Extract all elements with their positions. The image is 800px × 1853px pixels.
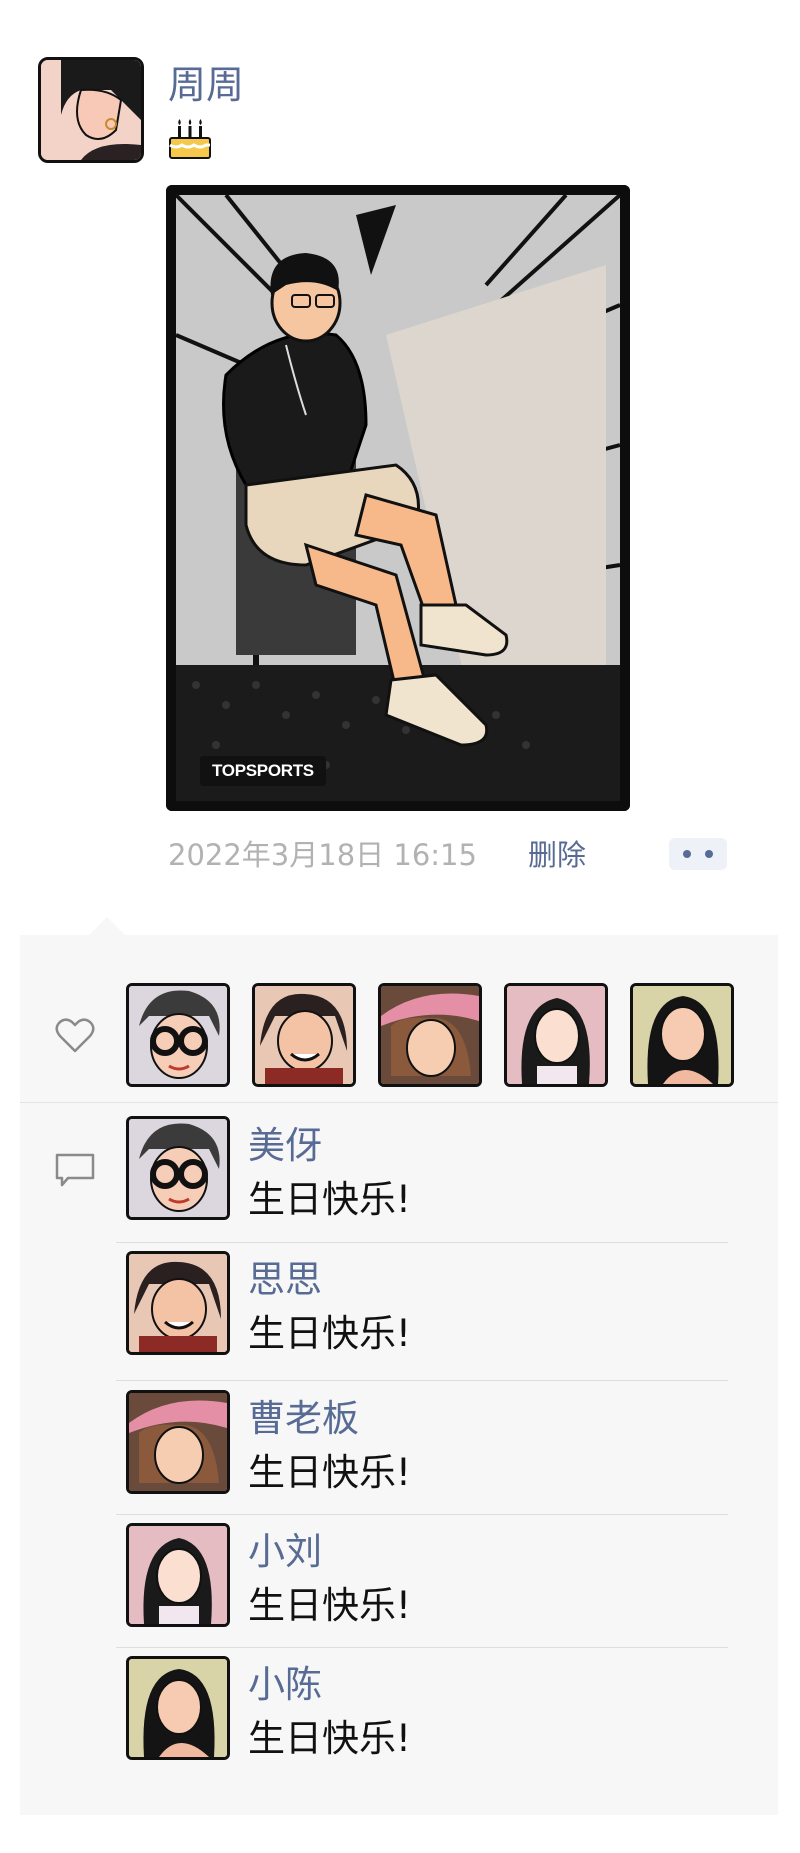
comment-divider xyxy=(116,1242,728,1243)
more-options-button[interactable] xyxy=(669,838,727,870)
like-avatar-caolaoban[interactable] xyxy=(378,983,482,1087)
dot-icon xyxy=(683,850,691,858)
comment-bubble-icon xyxy=(54,1152,96,1192)
comment-avatar[interactable] xyxy=(126,1390,230,1494)
like-avatar-xiaoliu[interactable] xyxy=(504,983,608,1087)
like-avatar-xiaochen[interactable] xyxy=(630,983,734,1087)
dot-icon xyxy=(705,850,713,858)
comment-author[interactable]: 美伢 xyxy=(248,1124,322,1168)
author-name[interactable]: 周周 xyxy=(168,62,244,108)
birthday-cake-icon xyxy=(168,118,212,160)
comment-divider xyxy=(116,1380,728,1381)
comment-text: 生日快乐! xyxy=(248,1451,411,1494)
comment-author[interactable]: 曹老板 xyxy=(248,1397,359,1441)
heart-outline-icon xyxy=(54,1016,96,1058)
post-photo[interactable] xyxy=(166,185,630,811)
like-avatar-sisi[interactable] xyxy=(252,983,356,1087)
comment-divider xyxy=(116,1514,728,1515)
delete-button[interactable]: 删除 xyxy=(528,836,586,874)
comment-avatar[interactable] xyxy=(126,1656,230,1760)
comment-text: 生日快乐! xyxy=(248,1178,411,1221)
likes-divider xyxy=(20,1102,778,1103)
post-timestamp: 2022年3月18日 16:15 xyxy=(168,838,477,872)
comment-avatar[interactable] xyxy=(126,1523,230,1627)
comment-avatar[interactable] xyxy=(126,1251,230,1355)
comment-text: 生日快乐! xyxy=(248,1717,411,1760)
author-avatar[interactable] xyxy=(38,57,144,163)
comment-avatar[interactable] xyxy=(126,1116,230,1220)
comment-author[interactable]: 思思 xyxy=(248,1258,322,1302)
comment-text: 生日快乐! xyxy=(248,1312,411,1355)
panel-pointer xyxy=(88,917,126,936)
like-avatar-meiya[interactable] xyxy=(126,983,230,1087)
comment-author[interactable]: 小刘 xyxy=(248,1530,322,1574)
comment-author[interactable]: 小陈 xyxy=(248,1663,322,1707)
brand-watermark: TOPSPORTS xyxy=(200,756,326,786)
comment-text: 生日快乐! xyxy=(248,1584,411,1627)
comment-divider xyxy=(116,1647,728,1648)
